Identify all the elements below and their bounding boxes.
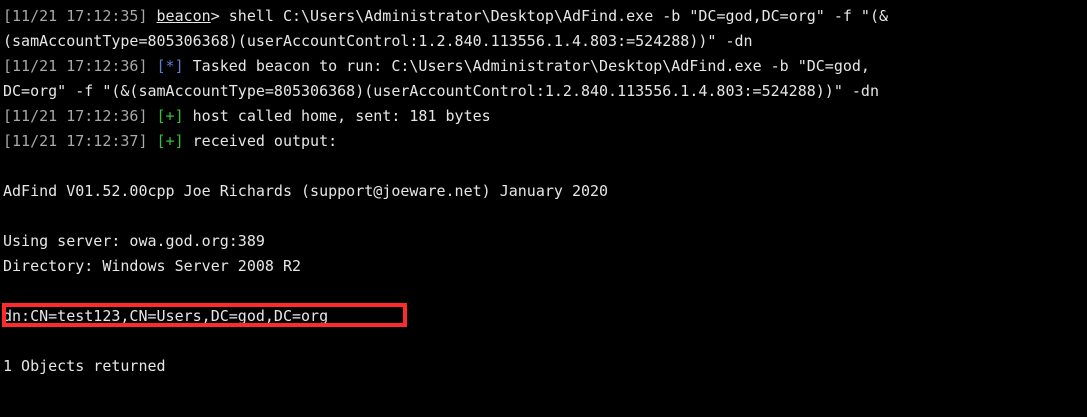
received-output-line: [11/21 17:12:37] [+] received output:	[3, 130, 337, 152]
command-text: shell C:\Users\Administrator\Desktop\AdF…	[219, 7, 889, 25]
timestamp: [11/21 17:12:36]	[3, 107, 148, 125]
host-called-home-text: host called home, sent: 181 bytes	[183, 107, 491, 125]
timestamp: [11/21 17:12:36]	[3, 57, 148, 75]
success-marker: [+]	[156, 132, 184, 150]
task-line-2: DC=org" -f "(&(samAccountType=805306368)…	[3, 80, 879, 102]
info-marker: [*]	[156, 57, 184, 75]
success-marker: [+]	[156, 107, 184, 125]
directory-line: Directory: Windows Server 2008 R2	[3, 257, 302, 275]
dn-result-line: dn:CN=test123,CN=Users,DC=god,DC=org	[3, 307, 329, 325]
command-text-cont: (samAccountType=805306368)(userAccountCo…	[3, 32, 753, 50]
beacon-console[interactable]: [11/21 17:12:35] beacon> shell C:\Users\…	[0, 0, 1087, 417]
command-line-1: [11/21 17:12:35] beacon> shell C:\Users\…	[3, 5, 888, 27]
host-called-home-line: [11/21 17:12:36] [+] host called home, s…	[3, 105, 491, 127]
timestamp: [11/21 17:12:35]	[3, 7, 148, 25]
prompt-symbol: >	[210, 7, 220, 25]
task-line-1: [11/21 17:12:36] [*] Tasked beacon to ru…	[3, 55, 870, 77]
task-text-cont: DC=org" -f "(&(samAccountType=805306368)…	[3, 82, 879, 100]
objects-returned-line: 1 Objects returned	[3, 357, 166, 375]
task-text: Tasked beacon to run: C:\Users\Administr…	[183, 57, 870, 75]
command-line-2: (samAccountType=805306368)(userAccountCo…	[3, 30, 753, 52]
adfind-banner: AdFind V01.52.00cpp Joe Richards (suppor…	[3, 182, 609, 200]
server-line: Using server: owa.god.org:389	[3, 232, 265, 250]
timestamp: [11/21 17:12:37]	[3, 132, 148, 150]
received-output-text: received output:	[183, 132, 338, 150]
beacon-prompt-link[interactable]: beacon	[157, 7, 211, 25]
